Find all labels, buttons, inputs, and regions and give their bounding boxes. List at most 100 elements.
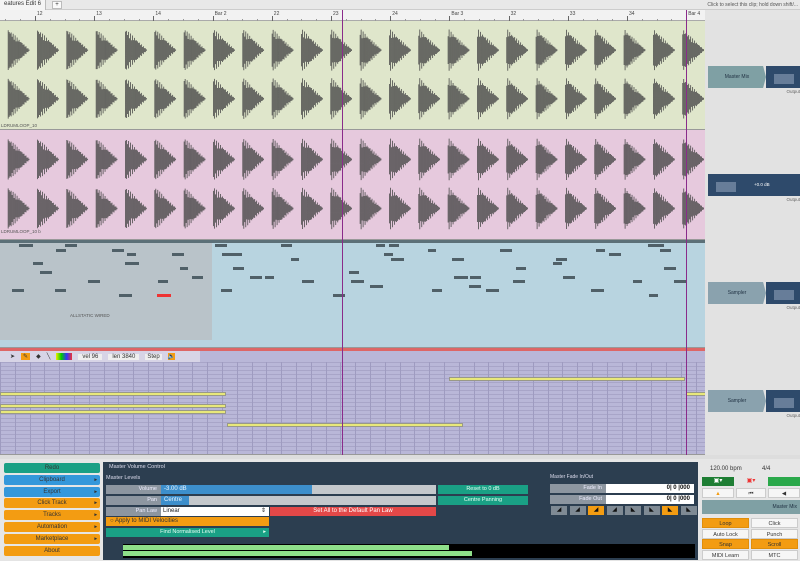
- midi-note[interactable]: [118, 293, 133, 297]
- midi-note[interactable]: [596, 248, 606, 252]
- fade-curve-button[interactable]: ◢: [569, 506, 586, 515]
- toggle-midi-learn[interactable]: MIDI Learn: [702, 549, 749, 560]
- speaker-icon[interactable]: 🔈: [167, 353, 176, 360]
- midi-note[interactable]: [383, 253, 393, 256]
- piano-note[interactable]: [686, 392, 705, 396]
- color-icon[interactable]: [56, 353, 73, 360]
- menu-click-track[interactable]: Click Track ▸: [4, 498, 100, 509]
- midi-note[interactable]: [291, 257, 300, 261]
- metronome-icon[interactable]: ▲: [702, 488, 734, 498]
- toggle-snap[interactable]: Snap: [702, 539, 749, 549]
- toggle-auto-lock[interactable]: Auto Lock: [702, 528, 749, 539]
- audio-track-1[interactable]: LDRUMLOOP_10: [0, 21, 705, 130]
- centre-panning-button[interactable]: Centre Panning: [438, 496, 528, 505]
- menu-clipboard[interactable]: Clipboard ▸: [4, 474, 100, 485]
- midi-note[interactable]: [370, 284, 384, 288]
- midi-note[interactable]: [333, 293, 346, 297]
- midi-note[interactable]: [469, 284, 481, 288]
- fade-out-field[interactable]: 0| 0 |000: [606, 495, 694, 504]
- master-mix-strip[interactable]: Master Mix: [702, 500, 800, 514]
- midi-note[interactable]: [454, 275, 468, 279]
- eraser-icon[interactable]: ◆: [36, 353, 41, 360]
- midi-note[interactable]: [171, 253, 185, 256]
- midi-note[interactable]: [590, 289, 605, 292]
- midi-note[interactable]: [221, 253, 232, 256]
- midi-note[interactable]: [220, 289, 233, 292]
- track-3-plugins[interactable]: Sampler Output: [708, 282, 800, 310]
- velocity-field[interactable]: vel 96: [78, 353, 103, 360]
- time-signature[interactable]: 4/4: [762, 466, 770, 472]
- midi-note[interactable]: [214, 244, 225, 247]
- midi-note[interactable]: [664, 266, 677, 270]
- back-button[interactable]: ◀: [768, 488, 800, 498]
- toggle-mtc[interactable]: MTC: [751, 549, 798, 560]
- line-icon[interactable]: ╲: [47, 353, 51, 360]
- midi-note[interactable]: [375, 244, 385, 247]
- pointer-icon[interactable]: ➤: [10, 353, 15, 360]
- timeline-ruler[interactable]: 12 13 14 Bar 2 22 23 24 Bar 3 32 33 34 Bar 4: [0, 10, 705, 21]
- menu-export[interactable]: Export ▸: [4, 486, 100, 497]
- fade-curve-button[interactable]: ◣: [625, 506, 641, 515]
- plugin-sampler[interactable]: Sampler: [708, 282, 766, 304]
- midi-note[interactable]: [647, 244, 659, 247]
- midi-note[interactable]: [157, 293, 171, 297]
- midi-note[interactable]: [432, 289, 442, 292]
- add-tab-button[interactable]: +: [52, 1, 62, 9]
- toggle-loop[interactable]: Loop: [702, 518, 749, 528]
- length-field[interactable]: len 3840: [108, 353, 140, 360]
- volume-slider[interactable]: -3.00 dB: [161, 485, 436, 494]
- pencil-icon[interactable]: ✎: [21, 353, 31, 360]
- midi-note[interactable]: [180, 266, 189, 270]
- midi-note[interactable]: [40, 271, 52, 274]
- pan-law-select[interactable]: Linear ⇕: [161, 507, 269, 516]
- volume-plugin[interactable]: +0.0 dB: [708, 174, 800, 196]
- menu-redo[interactable]: Redo: [4, 463, 100, 473]
- midi-note[interactable]: [391, 257, 404, 261]
- fade-curve-button[interactable]: ◢: [606, 506, 623, 515]
- fade-curve-button[interactable]: ◢: [588, 506, 604, 515]
- playhead[interactable]: [342, 10, 343, 455]
- midi-note[interactable]: [281, 244, 292, 247]
- edit-tab[interactable]: eatures Edit 6: [0, 0, 47, 10]
- midi-note[interactable]: [451, 257, 465, 261]
- volume-plugin[interactable]: [766, 66, 800, 88]
- midi-note[interactable]: [192, 275, 204, 279]
- midi-note[interactable]: [87, 280, 100, 283]
- midi-note[interactable]: [608, 253, 621, 256]
- midi-note[interactable]: [264, 275, 275, 279]
- midi-note[interactable]: [351, 280, 365, 283]
- track-2-plugins[interactable]: +0.0 dB Output: [708, 174, 800, 202]
- midi-note[interactable]: [349, 271, 359, 274]
- toggle-click[interactable]: Click: [751, 518, 798, 528]
- midi-note[interactable]: [660, 248, 672, 252]
- midi-note[interactable]: [499, 248, 512, 252]
- apply-midi-checkbox[interactable]: ○ Apply to MIDI Velocities: [106, 517, 269, 526]
- midi-note[interactable]: [552, 262, 563, 265]
- midi-note[interactable]: [18, 244, 33, 247]
- piano-roll-track[interactable]: ➤ ✎ ◆ ╲ vel 96 len 3840 Step 🔈: [0, 348, 705, 455]
- midi-note[interactable]: [126, 253, 136, 256]
- reset-0db-button[interactable]: Reset to 0 dB: [438, 485, 528, 494]
- midi-note[interactable]: [555, 257, 568, 261]
- pan-slider[interactable]: Centre: [161, 496, 436, 505]
- piano-note[interactable]: [227, 423, 463, 427]
- midi-note[interactable]: [56, 248, 66, 252]
- midi-note[interactable]: [249, 275, 263, 279]
- midi-note[interactable]: [512, 280, 526, 283]
- menu-tracks[interactable]: Tracks ▸: [4, 510, 100, 521]
- track-4-plugins[interactable]: Sampler Output: [708, 390, 800, 418]
- midi-note[interactable]: [158, 280, 168, 283]
- midi-note[interactable]: [65, 244, 77, 247]
- midi-note[interactable]: [232, 266, 244, 270]
- midi-note[interactable]: [649, 293, 658, 297]
- piano-note[interactable]: [0, 404, 226, 408]
- midi-note[interactable]: [428, 248, 437, 252]
- fade-curve-button[interactable]: ◢: [551, 506, 567, 515]
- rewind-button[interactable]: ⏮: [736, 488, 766, 498]
- record-button[interactable]: ▣▾: [702, 477, 734, 486]
- midi-note[interactable]: [563, 275, 576, 279]
- plugin-sampler[interactable]: Sampler: [708, 390, 766, 412]
- midi-note[interactable]: [112, 248, 124, 252]
- piano-note[interactable]: [0, 392, 226, 396]
- menu-about[interactable]: About: [4, 545, 100, 556]
